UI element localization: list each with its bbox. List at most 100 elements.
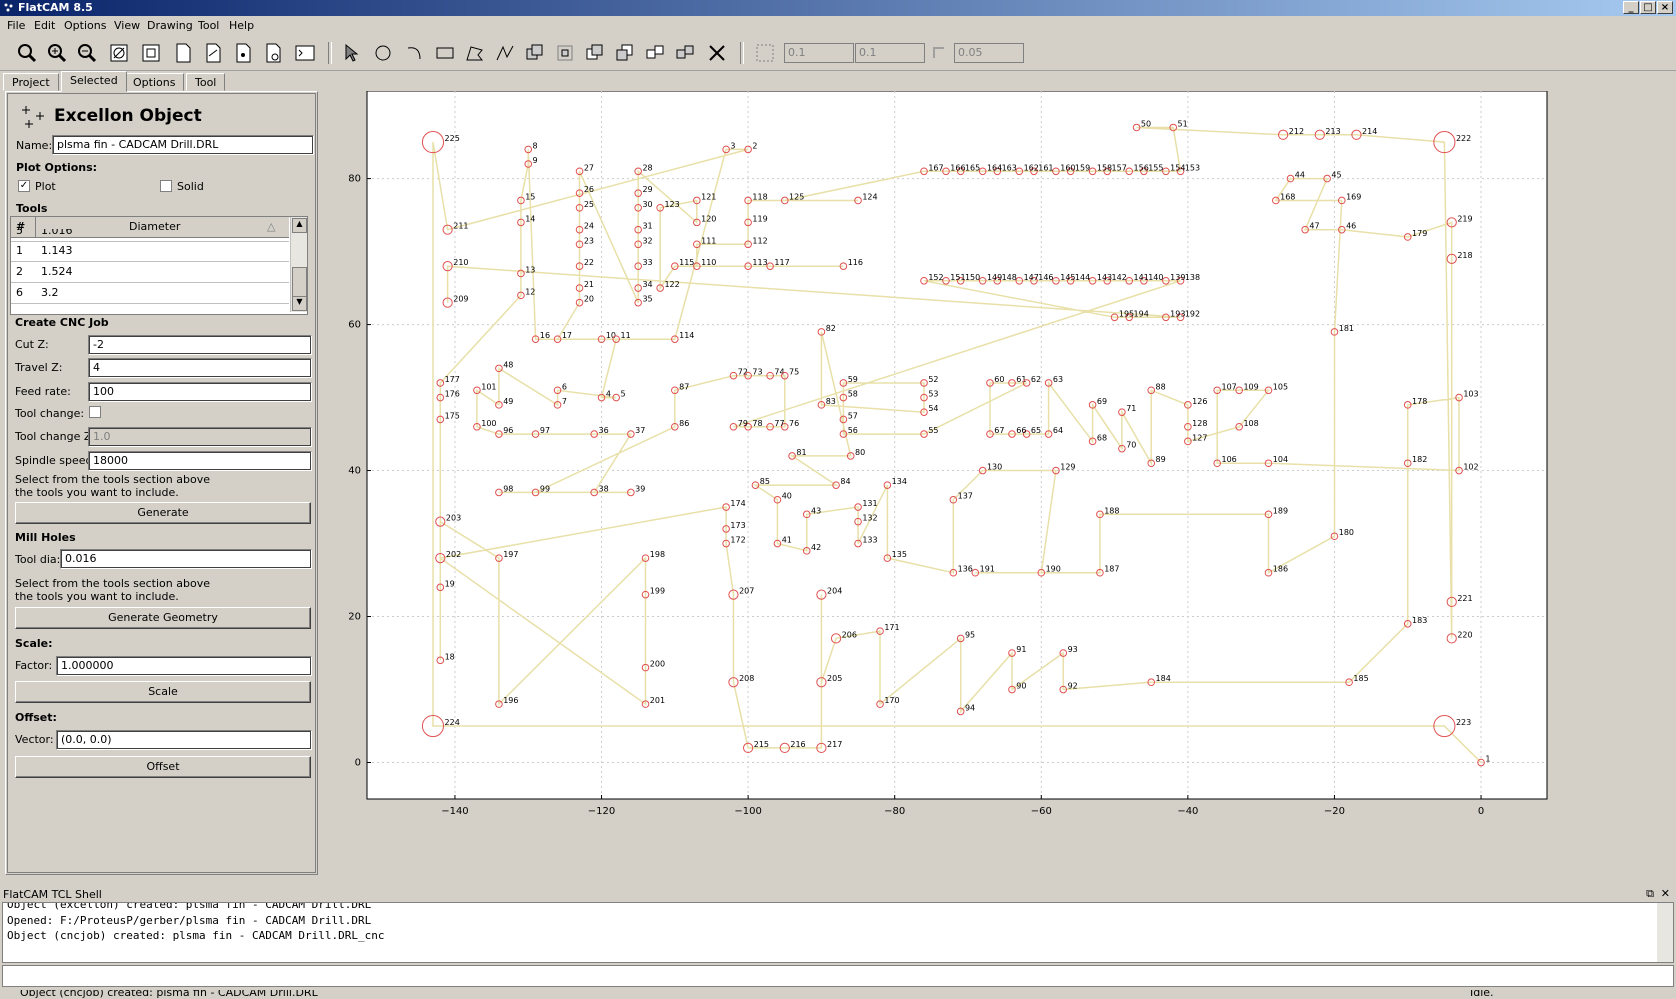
path-icon[interactable] bbox=[494, 42, 518, 64]
zoom-fit-icon[interactable] bbox=[16, 42, 40, 64]
drill-hole-label: 52 bbox=[928, 375, 938, 384]
tools-table-scrollbar[interactable]: ▲ ▼ bbox=[290, 217, 307, 312]
open-gerber-icon[interactable] bbox=[202, 42, 226, 64]
drill-hole-label: 78 bbox=[752, 419, 762, 428]
open-excellon-icon[interactable] bbox=[232, 42, 256, 64]
minimize-button[interactable]: _ bbox=[1623, 1, 1639, 14]
scroll-up-icon[interactable]: ▲ bbox=[292, 218, 307, 233]
tool-change-checkbox[interactable] bbox=[89, 406, 101, 418]
tool-dia-field[interactable]: 0.016 bbox=[60, 549, 312, 569]
drill-hole-label: 31 bbox=[642, 222, 652, 231]
menu-edit[interactable]: Edit bbox=[34, 19, 55, 32]
panel-title: Excellon Object bbox=[54, 106, 202, 126]
shell-scrollbar[interactable] bbox=[1657, 903, 1673, 962]
tool-change-z-field[interactable]: 1.0 bbox=[88, 427, 312, 447]
shell-output[interactable]: Object (excellon) created: plsma fin - C… bbox=[2, 902, 1674, 963]
shell-line: Opened: F:/ProteusP/gerber/plsma fin - C… bbox=[7, 914, 372, 927]
travel-z-field[interactable]: 4 bbox=[88, 358, 312, 378]
shell-input[interactable] bbox=[2, 965, 1674, 987]
x-tick-label: −20 bbox=[1324, 806, 1345, 817]
zoom-out-icon[interactable] bbox=[76, 42, 100, 64]
drill-hole-label: 5 bbox=[620, 390, 625, 399]
move-icon[interactable] bbox=[644, 42, 668, 64]
tab-selected[interactable]: Selected bbox=[61, 71, 127, 92]
arc-icon[interactable] bbox=[404, 42, 428, 64]
x-tick-label: −140 bbox=[441, 806, 468, 817]
menu-file[interactable]: File bbox=[7, 19, 25, 32]
drill-hole-label: 57 bbox=[848, 411, 858, 420]
scale-button[interactable]: Scale bbox=[15, 681, 311, 703]
drill-hole-label: 206 bbox=[842, 630, 857, 639]
drill-hole-label: 93 bbox=[1068, 645, 1078, 654]
replot-icon[interactable] bbox=[108, 42, 132, 64]
subtract-icon[interactable] bbox=[584, 42, 608, 64]
tab-tool[interactable]: Tool bbox=[186, 73, 226, 91]
rectangle-icon[interactable] bbox=[434, 42, 458, 64]
drill-hole-label: 215 bbox=[754, 740, 769, 749]
tools-table[interactable]: # Diameter △ 5 1.016 1 1.143 2 1.524 6 3… bbox=[10, 216, 308, 315]
offset-button[interactable]: Offset bbox=[15, 756, 311, 778]
drill-hole-label: 33 bbox=[642, 258, 652, 267]
table-row[interactable]: 2 1.524 bbox=[11, 262, 289, 283]
table-row[interactable]: 6 3.2 bbox=[11, 283, 289, 304]
name-field[interactable]: plsma fin - CADCAM Drill.DRL bbox=[52, 135, 314, 155]
circle-icon[interactable] bbox=[372, 42, 396, 64]
menu-bar: File Edit Options View Drawing Tool Help bbox=[0, 16, 1676, 36]
grid-x-input[interactable]: 0.1 bbox=[784, 43, 854, 63]
delete-icon[interactable] bbox=[706, 42, 730, 64]
grid-snap-icon[interactable] bbox=[754, 42, 778, 64]
table-row[interactable]: 1 1.143 bbox=[11, 241, 289, 262]
drill-hole-label: 60 bbox=[994, 375, 1004, 384]
solid-checkbox[interactable] bbox=[160, 180, 172, 192]
menu-tool[interactable]: Tool bbox=[198, 19, 219, 32]
tab-options[interactable]: Options bbox=[124, 73, 185, 91]
new-project-icon[interactable] bbox=[172, 42, 196, 64]
drill-hole-label: 69 bbox=[1097, 397, 1107, 406]
generate-button[interactable]: Generate bbox=[15, 502, 311, 524]
excellon-plot[interactable]: −140 −120 −100 −80 −60 −40 −20 00204060801234 56… bbox=[325, 90, 1670, 875]
drill-hole-label: 140 bbox=[1148, 273, 1163, 282]
drill-hole-label: 96 bbox=[503, 426, 513, 435]
select-icon[interactable] bbox=[340, 42, 364, 64]
menu-view[interactable]: View bbox=[114, 19, 140, 32]
close-shell-icon[interactable]: ✕ bbox=[1661, 887, 1670, 900]
undock-icon[interactable]: ⧉ bbox=[1646, 887, 1654, 901]
scroll-thumb[interactable] bbox=[292, 267, 307, 297]
plot-area[interactable]: −140 −120 −100 −80 −60 −40 −20 0 0 20 40 60 80 1 2 3 4 5 6… bbox=[325, 90, 1670, 875]
close-button[interactable]: × bbox=[1657, 1, 1673, 14]
drill-hole-label: 223 bbox=[1456, 718, 1471, 727]
open-gcode-icon[interactable] bbox=[262, 42, 286, 64]
tab-project[interactable]: Project bbox=[3, 73, 59, 91]
drill-hole-label: 159 bbox=[1075, 163, 1090, 172]
corner-snap-icon[interactable] bbox=[928, 42, 952, 64]
mill-help-text: Select from the tools section above bbox=[15, 577, 210, 590]
maximize-button[interactable]: □ bbox=[1640, 1, 1656, 14]
cut-z-field[interactable]: -2 bbox=[88, 335, 312, 355]
copy-icon[interactable] bbox=[674, 42, 698, 64]
intersection-icon[interactable] bbox=[554, 42, 578, 64]
menu-drawing[interactable]: Drawing bbox=[147, 19, 193, 32]
factor-field[interactable]: 1.000000 bbox=[56, 656, 312, 676]
clear-plot-icon[interactable] bbox=[140, 42, 164, 64]
drill-hole-label: 102 bbox=[1463, 463, 1478, 472]
cut-icon[interactable] bbox=[614, 42, 638, 64]
scroll-down-icon[interactable]: ▼ bbox=[292, 296, 307, 311]
shell-icon[interactable] bbox=[294, 42, 318, 64]
drill-hole-label: 98 bbox=[503, 484, 513, 493]
menu-options[interactable]: Options bbox=[64, 19, 106, 32]
snap-max-input[interactable]: 0.05 bbox=[954, 43, 1024, 63]
grid-y-input[interactable]: 0.1 bbox=[855, 43, 925, 63]
menu-help[interactable]: Help bbox=[229, 19, 254, 32]
spindle-speed-field[interactable]: 18000 bbox=[88, 451, 312, 471]
drill-hole-label: 27 bbox=[584, 163, 594, 172]
union-icon[interactable] bbox=[524, 42, 548, 64]
polygon-icon[interactable] bbox=[464, 42, 488, 64]
vector-field[interactable]: (0.0, 0.0) bbox=[56, 730, 312, 750]
generate-geometry-button[interactable]: Generate Geometry bbox=[15, 607, 311, 629]
toolbar: 0.1 0.1 0.05 bbox=[0, 36, 1676, 71]
zoom-in-icon[interactable] bbox=[46, 42, 70, 64]
drill-hole-label: 135 bbox=[892, 550, 907, 559]
plot-checkbox[interactable]: ✓ bbox=[18, 180, 30, 192]
feed-rate-field[interactable]: 100 bbox=[88, 382, 312, 402]
drill-hole-label: 4 bbox=[606, 390, 611, 399]
